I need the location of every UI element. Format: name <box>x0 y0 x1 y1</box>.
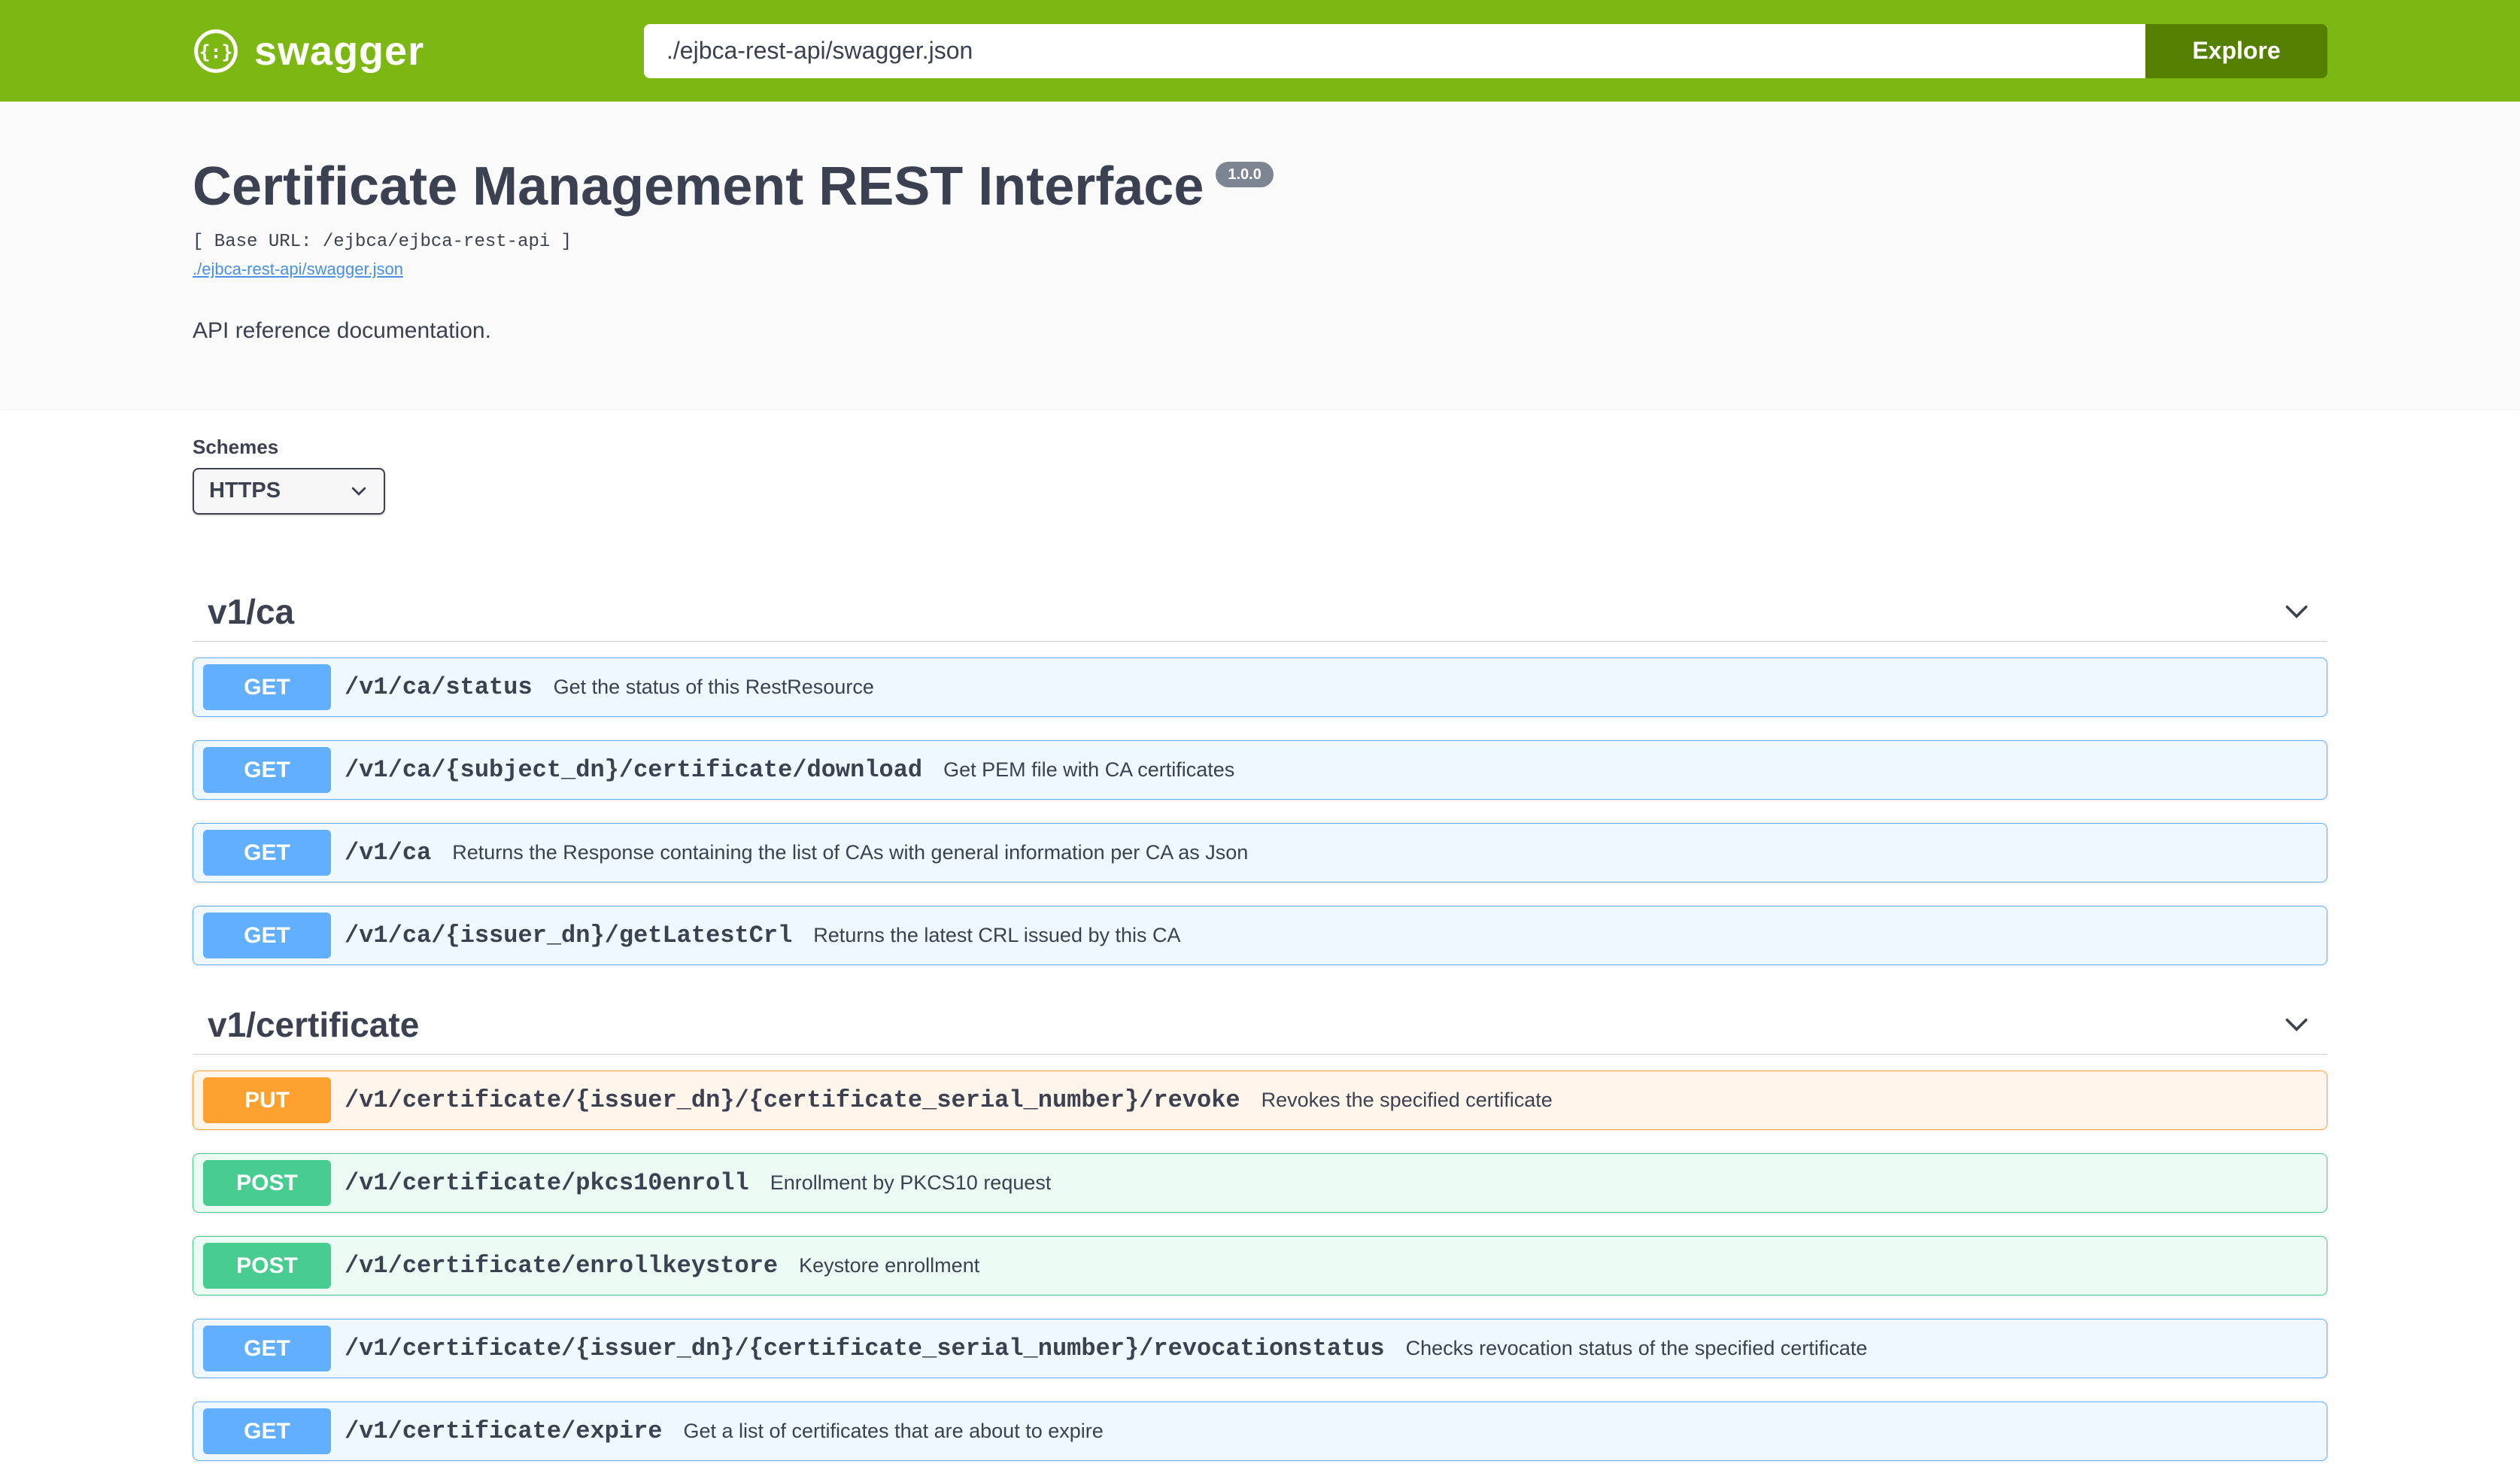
method-badge: GET <box>203 1326 331 1371</box>
swagger-logo[interactable]: {:} swagger <box>193 28 424 74</box>
method-badge: PUT <box>203 1077 331 1123</box>
op-description: Get the status of this RestResource <box>554 676 874 699</box>
brand-name: swagger <box>254 28 424 74</box>
chevron-down-icon[interactable] <box>2281 596 2312 627</box>
method-badge: GET <box>203 830 331 876</box>
op-path[interactable]: /v1/ca/{issuer_dn}/getLatestCrl <box>345 922 792 949</box>
chevron-down-icon[interactable] <box>2281 1009 2312 1040</box>
method-badge: POST <box>203 1160 331 1206</box>
tag-section-v1-ca: v1/ca GET /v1/ca/status Get the status o… <box>193 582 2327 965</box>
opblock-get-ca-list[interactable]: GET /v1/ca Returns the Response containi… <box>193 823 2327 882</box>
spec-url-input[interactable] <box>644 24 2145 78</box>
op-description: Returns the Response containing the list… <box>452 841 1248 864</box>
op-description: Returns the latest CRL issued by this CA <box>813 924 1180 947</box>
opblock-put-certificate-revoke[interactable]: PUT /v1/certificate/{issuer_dn}/{certifi… <box>193 1071 2327 1130</box>
method-badge: GET <box>203 664 331 710</box>
explore-form: Explore <box>644 24 2327 78</box>
opblock-post-enrollkeystore[interactable]: POST /v1/certificate/enrollkeystore Keys… <box>193 1236 2327 1295</box>
base-url: [ Base URL: /ejbca/ejbca-rest-api ] <box>193 232 2327 252</box>
op-description: Checks revocation status of the specifie… <box>1406 1337 1868 1360</box>
op-path[interactable]: /v1/ca/status <box>345 673 533 701</box>
api-description: API reference documentation. <box>193 318 2327 344</box>
op-path[interactable]: /v1/certificate/pkcs10enroll <box>345 1169 749 1197</box>
svg-text:{:}: {:} <box>199 41 233 62</box>
method-badge: GET <box>203 1408 331 1454</box>
tag-name: v1/ca <box>208 594 294 629</box>
topbar: {:} swagger Explore <box>0 0 2520 102</box>
operations-section: v1/ca GET /v1/ca/status Get the status o… <box>0 549 2520 1461</box>
schemes-select[interactable]: HTTPS <box>193 468 385 515</box>
method-badge: POST <box>203 1243 331 1289</box>
opblock-get-latest-crl[interactable]: GET /v1/ca/{issuer_dn}/getLatestCrl Retu… <box>193 906 2327 965</box>
tag-name: v1/certificate <box>208 1007 419 1042</box>
op-description: Get a list of certificates that are abou… <box>683 1420 1103 1443</box>
info-section: Certificate Management REST Interface 1.… <box>0 102 2520 410</box>
page-title: Certificate Management REST Interface 1.… <box>193 156 2327 218</box>
method-badge: GET <box>203 747 331 793</box>
op-path[interactable]: /v1/certificate/{issuer_dn}/{certificate… <box>345 1335 1385 1362</box>
swagger-logo-icon: {:} <box>193 28 239 74</box>
op-description: Get PEM file with CA certificates <box>943 758 1234 782</box>
schemes-label: Schemes <box>193 436 2327 459</box>
op-path[interactable]: /v1/certificate/{issuer_dn}/{certificate… <box>345 1086 1240 1114</box>
op-description: Enrollment by PKCS10 request <box>770 1171 1052 1195</box>
spec-link[interactable]: ./ejbca-rest-api/swagger.json <box>193 260 403 279</box>
opblock-get-revocationstatus[interactable]: GET /v1/certificate/{issuer_dn}/{certifi… <box>193 1319 2327 1378</box>
opblock-get-ca-certificate-download[interactable]: GET /v1/ca/{subject_dn}/certificate/down… <box>193 740 2327 800</box>
op-path[interactable]: /v1/certificate/expire <box>345 1417 662 1445</box>
op-description: Revokes the specified certificate <box>1262 1089 1553 1112</box>
op-path[interactable]: /v1/certificate/enrollkeystore <box>345 1252 778 1280</box>
op-description: Keystore enrollment <box>799 1254 979 1277</box>
tag-heading-v1-ca[interactable]: v1/ca <box>193 582 2327 642</box>
schemes-selected-value: HTTPS <box>209 478 281 503</box>
chevron-down-icon <box>349 481 369 501</box>
page-title-text: Certificate Management REST Interface <box>193 156 1204 218</box>
method-badge: GET <box>203 913 331 958</box>
op-path[interactable]: /v1/ca/{subject_dn}/certificate/download <box>345 756 922 784</box>
opblock-get-certificate-expire[interactable]: GET /v1/certificate/expire Get a list of… <box>193 1402 2327 1461</box>
tag-heading-v1-certificate[interactable]: v1/certificate <box>193 995 2327 1055</box>
opblock-post-pkcs10enroll[interactable]: POST /v1/certificate/pkcs10enroll Enroll… <box>193 1153 2327 1213</box>
schemes-section: Schemes HTTPS <box>0 410 2520 549</box>
op-path[interactable]: /v1/ca <box>345 839 431 867</box>
explore-button[interactable]: Explore <box>2145 24 2327 78</box>
tag-section-v1-certificate: v1/certificate PUT /v1/certificate/{issu… <box>193 995 2327 1461</box>
version-badge: 1.0.0 <box>1216 162 1273 187</box>
opblock-get-ca-status[interactable]: GET /v1/ca/status Get the status of this… <box>193 658 2327 717</box>
